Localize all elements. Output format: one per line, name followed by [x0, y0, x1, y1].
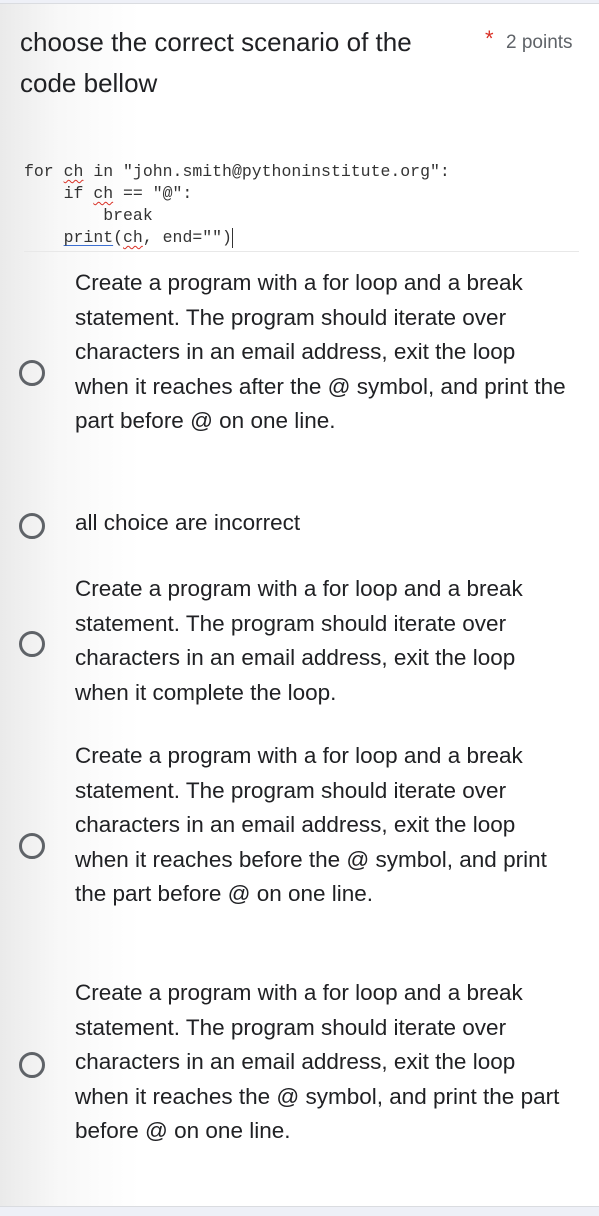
radio-button-icon[interactable] [19, 513, 45, 539]
question-title: choose the correct scenario of the code … [20, 27, 412, 98]
question-card: choose the correct scenario of the code … [0, 3, 599, 1207]
option-label[interactable]: Create a program with a for loop and a b… [75, 266, 575, 439]
option-label[interactable]: Create a program with a for loop and a b… [75, 572, 575, 710]
code-line-3: break [24, 206, 153, 225]
required-marker: * [485, 26, 494, 51]
radio-button-icon[interactable] [19, 360, 45, 386]
radio-button-icon[interactable] [19, 833, 45, 859]
points-label: 2 points [506, 32, 573, 53]
code-line-1: for ch in "john.smith@pythoninstitute.or… [24, 162, 450, 181]
option-label[interactable]: all choice are incorrect [75, 506, 575, 541]
code-snippet: for ch in "john.smith@pythoninstitute.or… [24, 161, 579, 252]
text-cursor [231, 227, 233, 248]
code-line-4: print(ch, end="") [63, 227, 233, 248]
code-line-2: if ch == "@": [24, 184, 193, 203]
radio-button-icon[interactable] [19, 1052, 45, 1078]
option-label[interactable]: Create a program with a for loop and a b… [75, 976, 575, 1149]
option-label[interactable]: Create a program with a for loop and a b… [75, 739, 575, 912]
radio-button-icon[interactable] [19, 631, 45, 657]
